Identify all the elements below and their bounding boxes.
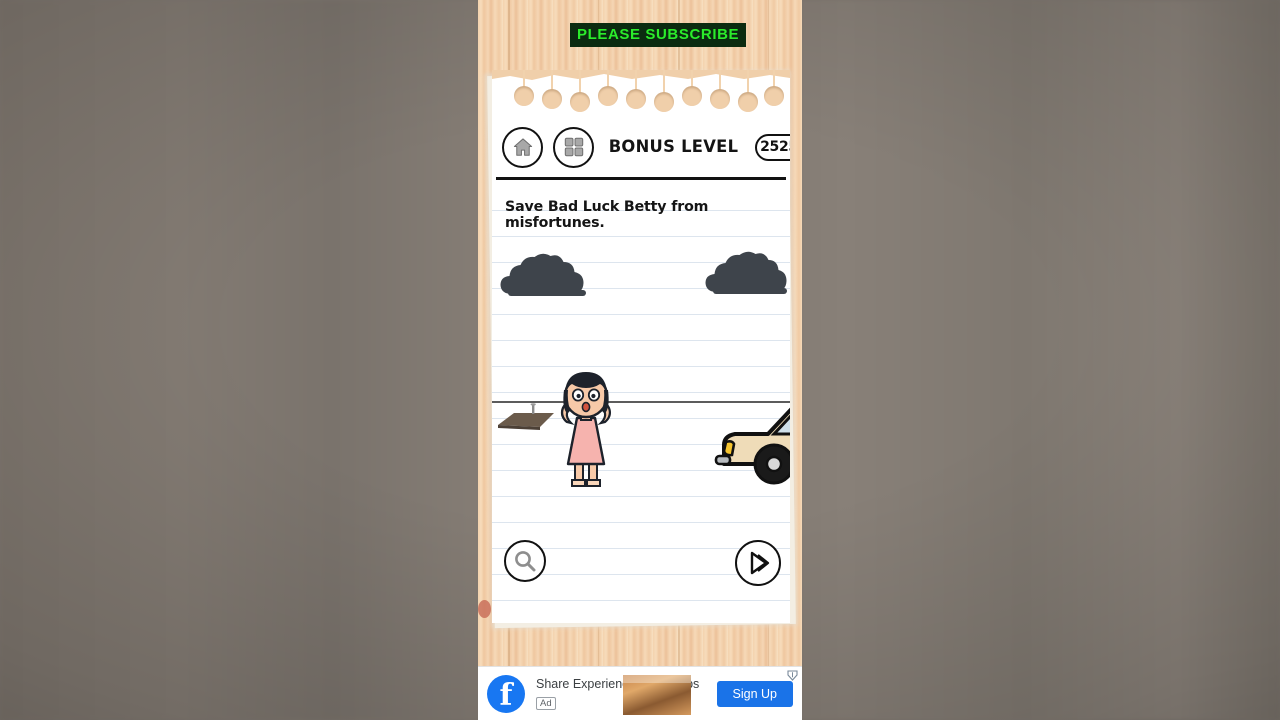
next-level-button[interactable] xyxy=(735,540,781,586)
play-next-icon xyxy=(750,551,770,575)
paper-speck xyxy=(478,600,491,618)
ad-thumb-caption xyxy=(623,675,691,683)
home-button[interactable] xyxy=(502,126,543,168)
hint-count-value: 2525 xyxy=(760,139,790,155)
betty-character[interactable] xyxy=(549,370,623,492)
game-viewport: PLEASE SUBSCRIBE BONUS LEVEL 252 Save Ba… xyxy=(478,0,802,720)
screen-root: PLEASE SUBSCRIBE BONUS LEVEL 252 Save Ba… xyxy=(0,0,1280,720)
storm-cloud-right[interactable] xyxy=(705,246,790,296)
home-icon xyxy=(513,138,532,156)
level-instruction: Save Bad Luck Betty from misfortunes. xyxy=(505,199,709,231)
header-divider xyxy=(496,177,786,180)
ad-choices-icon[interactable] xyxy=(787,670,798,681)
wooden-plank-with-nail[interactable] xyxy=(496,403,556,437)
hint-counter[interactable]: 2525 xyxy=(754,133,790,161)
levels-button[interactable] xyxy=(553,126,594,168)
grid-levels-icon xyxy=(564,137,583,157)
ad-banner[interactable]: f Share Experiences in Groups Ad Sign Up xyxy=(478,666,802,720)
game-header: BONUS LEVEL 2525 xyxy=(492,118,790,176)
ad-thumbnail xyxy=(623,675,691,715)
magnifier-icon xyxy=(515,551,536,572)
storm-cloud-left[interactable] xyxy=(500,248,596,298)
car-object[interactable] xyxy=(714,390,790,485)
subscribe-overlay-banner: PLEASE SUBSCRIBE xyxy=(570,23,747,47)
notebook-page: BONUS LEVEL 2525 Save Bad Luck Betty fro… xyxy=(492,70,790,623)
facebook-icon: f xyxy=(487,674,525,713)
hint-button[interactable] xyxy=(504,540,546,582)
page-title: BONUS LEVEL xyxy=(608,137,739,157)
ad-badge: Ad xyxy=(536,697,556,710)
ad-cta-button[interactable]: Sign Up xyxy=(716,680,793,707)
